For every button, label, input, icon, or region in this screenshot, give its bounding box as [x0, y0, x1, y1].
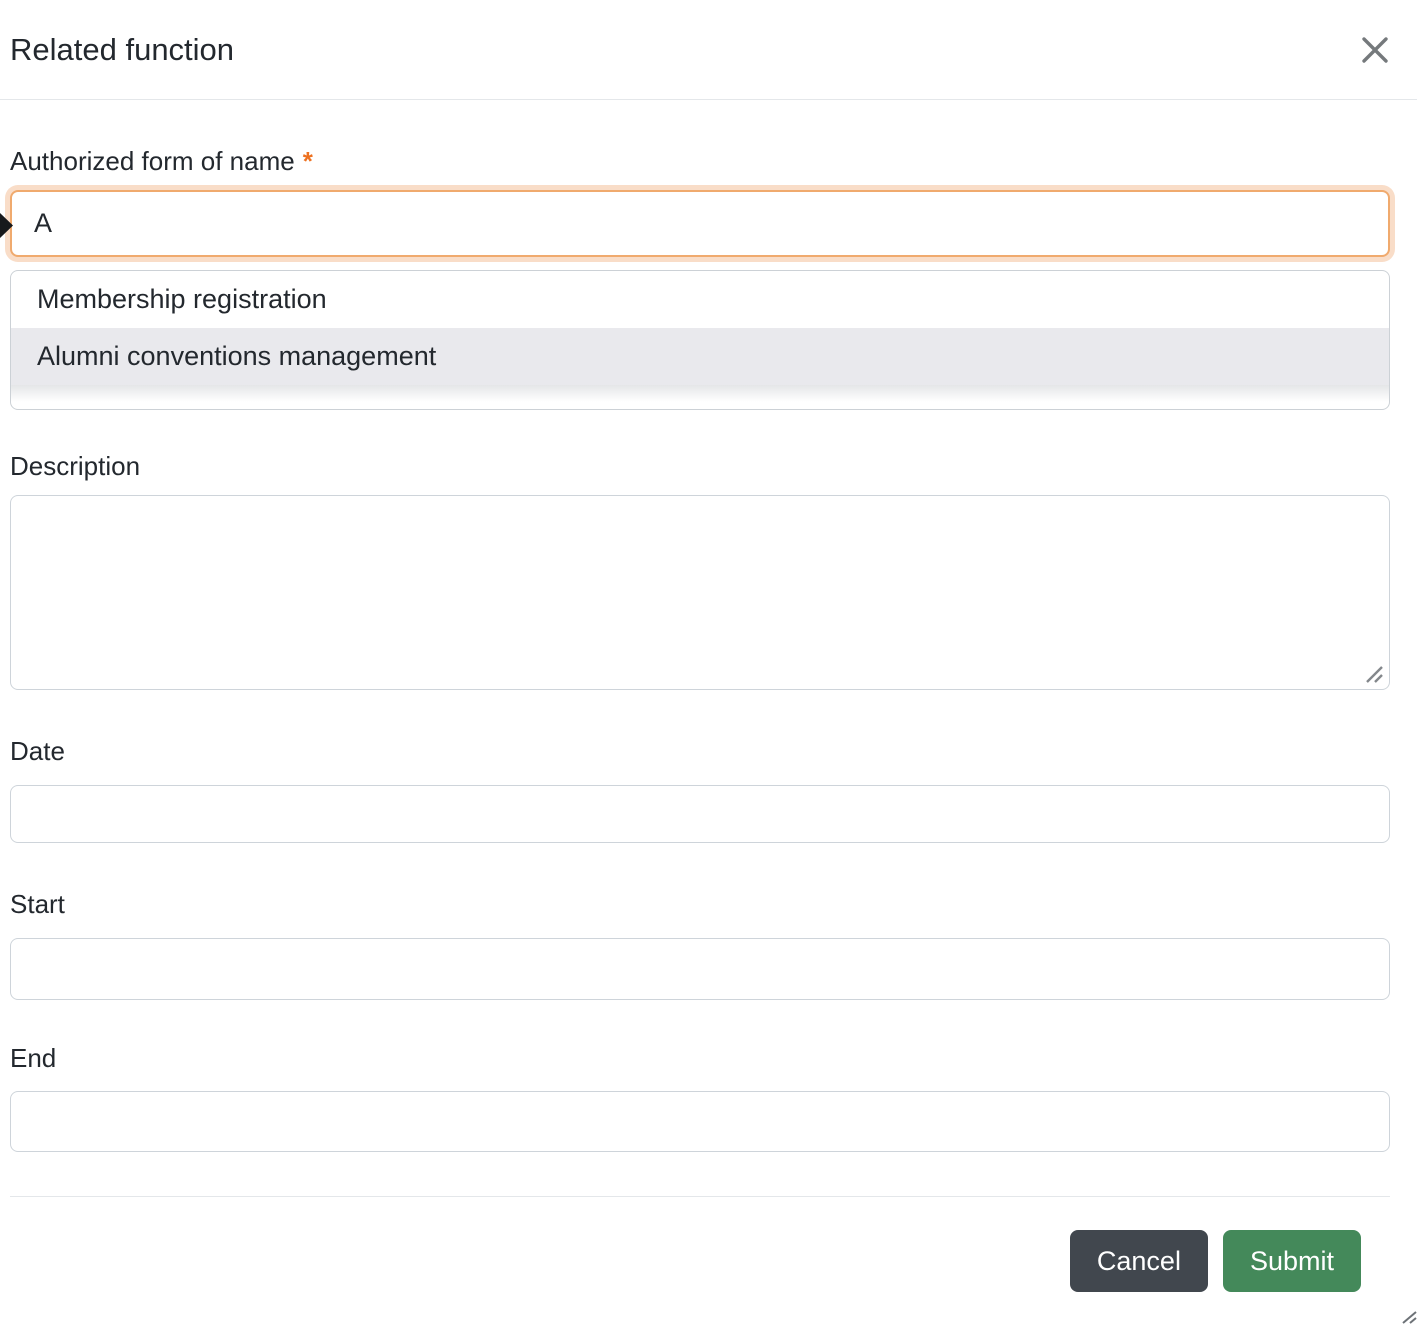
- autocomplete-dropdown: Membership registration Alumni conventio…: [10, 270, 1390, 410]
- authorized-form-input-wrap: [0, 190, 1390, 257]
- autocomplete-option-membership-registration[interactable]: Membership registration: [11, 271, 1389, 328]
- autocomplete-footer-space: [11, 385, 1389, 409]
- start-label: Start: [10, 889, 65, 919]
- dialog-title: Related function: [10, 31, 235, 67]
- dialog-header: Related function: [0, 0, 1417, 100]
- authorized-form-label-text: Authorized form of name: [10, 146, 295, 176]
- end-label: End: [10, 1043, 57, 1073]
- close-button[interactable]: [1353, 28, 1397, 72]
- resize-grip-icon[interactable]: [1363, 663, 1385, 685]
- end-input[interactable]: [10, 1091, 1390, 1152]
- close-icon: [1362, 36, 1388, 63]
- submit-button[interactable]: Submit: [1222, 1230, 1361, 1292]
- start-input[interactable]: [10, 938, 1390, 1000]
- description-label: Description: [10, 451, 141, 481]
- required-asterisk: *: [302, 146, 313, 176]
- field-end: End: [10, 1040, 1390, 1152]
- description-textarea-wrap: [10, 495, 1390, 690]
- cancel-button[interactable]: Cancel: [1069, 1230, 1208, 1292]
- field-start: Start: [10, 886, 1390, 1000]
- corner-resize-icon[interactable]: [1402, 1311, 1417, 1324]
- authorized-form-input[interactable]: [10, 190, 1390, 257]
- field-authorized-form-of-name: Authorized form of name* Membership regi…: [0, 143, 1390, 410]
- autocomplete-option-alumni-conventions-management[interactable]: Alumni conventions management: [11, 328, 1389, 385]
- dialog-footer: Cancel Submit: [10, 1196, 1390, 1292]
- date-label: Date: [10, 736, 65, 766]
- dialog-body: Authorized form of name* Membership regi…: [0, 143, 1417, 1292]
- description-textarea[interactable]: [10, 495, 1390, 690]
- related-function-dialog: Related function Authorized form of name…: [0, 0, 1417, 1324]
- field-description: Description: [10, 448, 1390, 690]
- date-input[interactable]: [10, 785, 1390, 843]
- field-date: Date: [10, 733, 1390, 843]
- authorized-form-label: Authorized form of name *: [10, 143, 1390, 179]
